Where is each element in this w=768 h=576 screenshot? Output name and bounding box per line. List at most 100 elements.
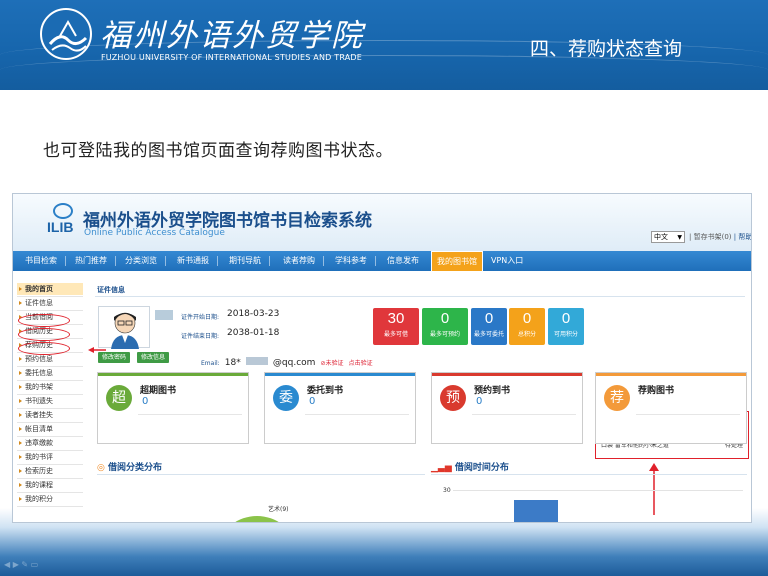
language-select[interactable]: 中文 ▼ [651,231,685,243]
stat-label: 最多可借 [383,331,408,338]
nav-item-hot[interactable]: 热门推荐 [75,251,107,271]
sidebar-item[interactable]: 我的书评 [17,451,83,463]
stat-label: 总积分 [517,331,536,338]
sidebar-item[interactable]: 帐目清单 [17,423,83,435]
highlight-oval [18,328,70,341]
card-divider [138,414,242,415]
highlight-oval [18,314,70,327]
borrow-category-title: ◎ 借阅分类分布 [97,460,162,473]
blurred-email [245,356,268,365]
pie-label: 艺术(9) [268,506,289,513]
stat-box: 0 最多可预约 [422,308,468,345]
card-badge: 委 [273,385,299,411]
nav-item-subject[interactable]: 学科参考 [335,251,367,271]
card-title: 荐购图书 [638,386,675,396]
card-divider [305,414,409,415]
borrow-time-text: 借阅时间分布 [454,463,509,473]
status-card[interactable]: 荐荐购图书 [595,372,747,444]
language-value: 中文 [654,233,668,241]
stat-value: 0 [440,310,450,327]
card-title: 超期图书 [140,386,177,396]
cert-end-value: 2038-01-18 [227,328,280,338]
slide-nav-icons[interactable]: ◀ ▶ ✎ ▭ [4,560,38,569]
sidebar-item[interactable]: 我的书架 [17,381,83,393]
nav-item-newbooks[interactable]: 新书通报 [177,251,209,271]
slide-header: 福州外语外贸学院 FUZHOU UNIVERSITY OF INTERNATIO… [0,0,768,90]
library-subtitle: Online Public Access Catalogue [84,228,225,238]
sidebar-item[interactable]: 委托信息 [17,367,83,379]
help-link[interactable]: | 帮助 [734,233,751,241]
sidebar-item[interactable]: 违章缴款 [17,437,83,449]
stat-value: 0 [522,310,532,327]
change-password-button[interactable]: 修改密码 [98,352,131,363]
highlight-oval [18,342,70,355]
sidebar-divider [17,506,83,507]
top-links: | 暂存书架(0) | 帮助 注销 [689,232,751,242]
lifebuoy-icon: ◎ [97,463,105,473]
time-gridline [453,490,743,491]
stat-value: 0 [561,310,571,327]
nav-separator [375,256,376,266]
card-count: 0 [309,396,316,407]
ilib-bubble-icon [53,203,73,219]
nav-item-vpn[interactable]: VPN入口 [491,251,523,271]
card-count: 0 [476,396,483,407]
change-info-button[interactable]: 修改信息 [137,352,170,363]
nav-item-info[interactable]: 信息发布 [387,251,419,271]
nav-item-category[interactable]: 分类浏览 [125,251,157,271]
cert-start-label: 证件开始日期: [181,314,220,321]
sidebar-item[interactable]: 我的积分 [17,493,83,505]
nav-item-my-library[interactable]: 我的图书馆 [431,251,483,271]
stat-label: 最多可委托 [473,331,504,338]
card-title: 预约到书 [474,386,511,396]
cert-section-title: 证件信息 [97,286,125,294]
borrow-time-title: ▁▃▅ 借阅时间分布 [431,460,509,473]
card-badge: 预 [440,385,466,411]
sidebar-item[interactable]: 读者挂失 [17,409,83,421]
nav-item-search[interactable]: 书目检索 [25,251,57,271]
nav-separator [65,256,66,266]
nav-item-journals[interactable]: 期刊导航 [229,251,261,271]
bookshelf-link[interactable]: | 暂存书架(0) [689,233,732,241]
nav-separator [269,256,270,266]
stat-box: 0 总积分 [509,308,545,345]
card-badge: 超 [106,385,132,411]
card-accent [98,373,248,376]
divider [431,474,747,475]
email-label: Email: [201,360,220,367]
status-card[interactable]: 超超期图书 0 [97,372,249,444]
sidebar-item[interactable]: 书刊遗失 [17,395,83,407]
nav-separator [217,256,218,266]
card-accent [265,373,415,376]
nav-bar: 书目检索 热门推荐 分类浏览 新书通报 期刊导航 读者荐购 学科参考 信息发布 … [13,251,751,271]
status-card[interactable]: 委委托到书 0 [264,372,416,444]
nav-separator [115,256,116,266]
card-count: 0 [142,396,149,407]
cert-end-label: 证件结束日期: [181,333,220,340]
card-divider [636,414,740,415]
stat-box: 0 可用积分 [548,308,584,345]
library-screenshot: ILIB 福州外语外贸学院图书馆书目检索系统 Online Public Acc… [12,193,752,523]
sidebar-item[interactable]: 我的首页 [17,283,83,295]
verify-status-text: 未验证 [325,360,344,367]
email-row: Email: 18* @qq.com ⊘未验证 点击验证 [201,350,373,369]
time-bar [514,500,558,522]
status-card[interactable]: 预预约到书 0 [431,372,583,444]
nav-separator [165,256,166,266]
stat-label: 最多可预约 [429,331,460,338]
sidebar-item[interactable]: 我的课程 [17,479,83,491]
verify-link[interactable]: 点击验证 [349,360,373,367]
card-badge: 荐 [604,385,630,411]
sidebar-item[interactable]: 检索历史 [17,465,83,477]
stat-value: 0 [484,310,494,327]
school-name-en: FUZHOU UNIVERSITY OF INTERNATIONAL STUDI… [101,53,363,62]
library-header: ILIB 福州外语外贸学院图书馆书目检索系统 Online Public Acc… [13,194,751,251]
nav-item-recommend[interactable]: 读者荐购 [283,251,315,271]
blurred-name [155,310,173,320]
sidebar-item[interactable]: 证件信息 [17,297,83,309]
email-prefix: 18* [224,358,241,368]
ilib-logo-text: ILIB [47,219,74,235]
arrow-up-icon [649,463,659,515]
borrow-category-text: 借阅分类分布 [108,463,163,473]
section-title: 四、荐购状态查询 [530,38,683,60]
